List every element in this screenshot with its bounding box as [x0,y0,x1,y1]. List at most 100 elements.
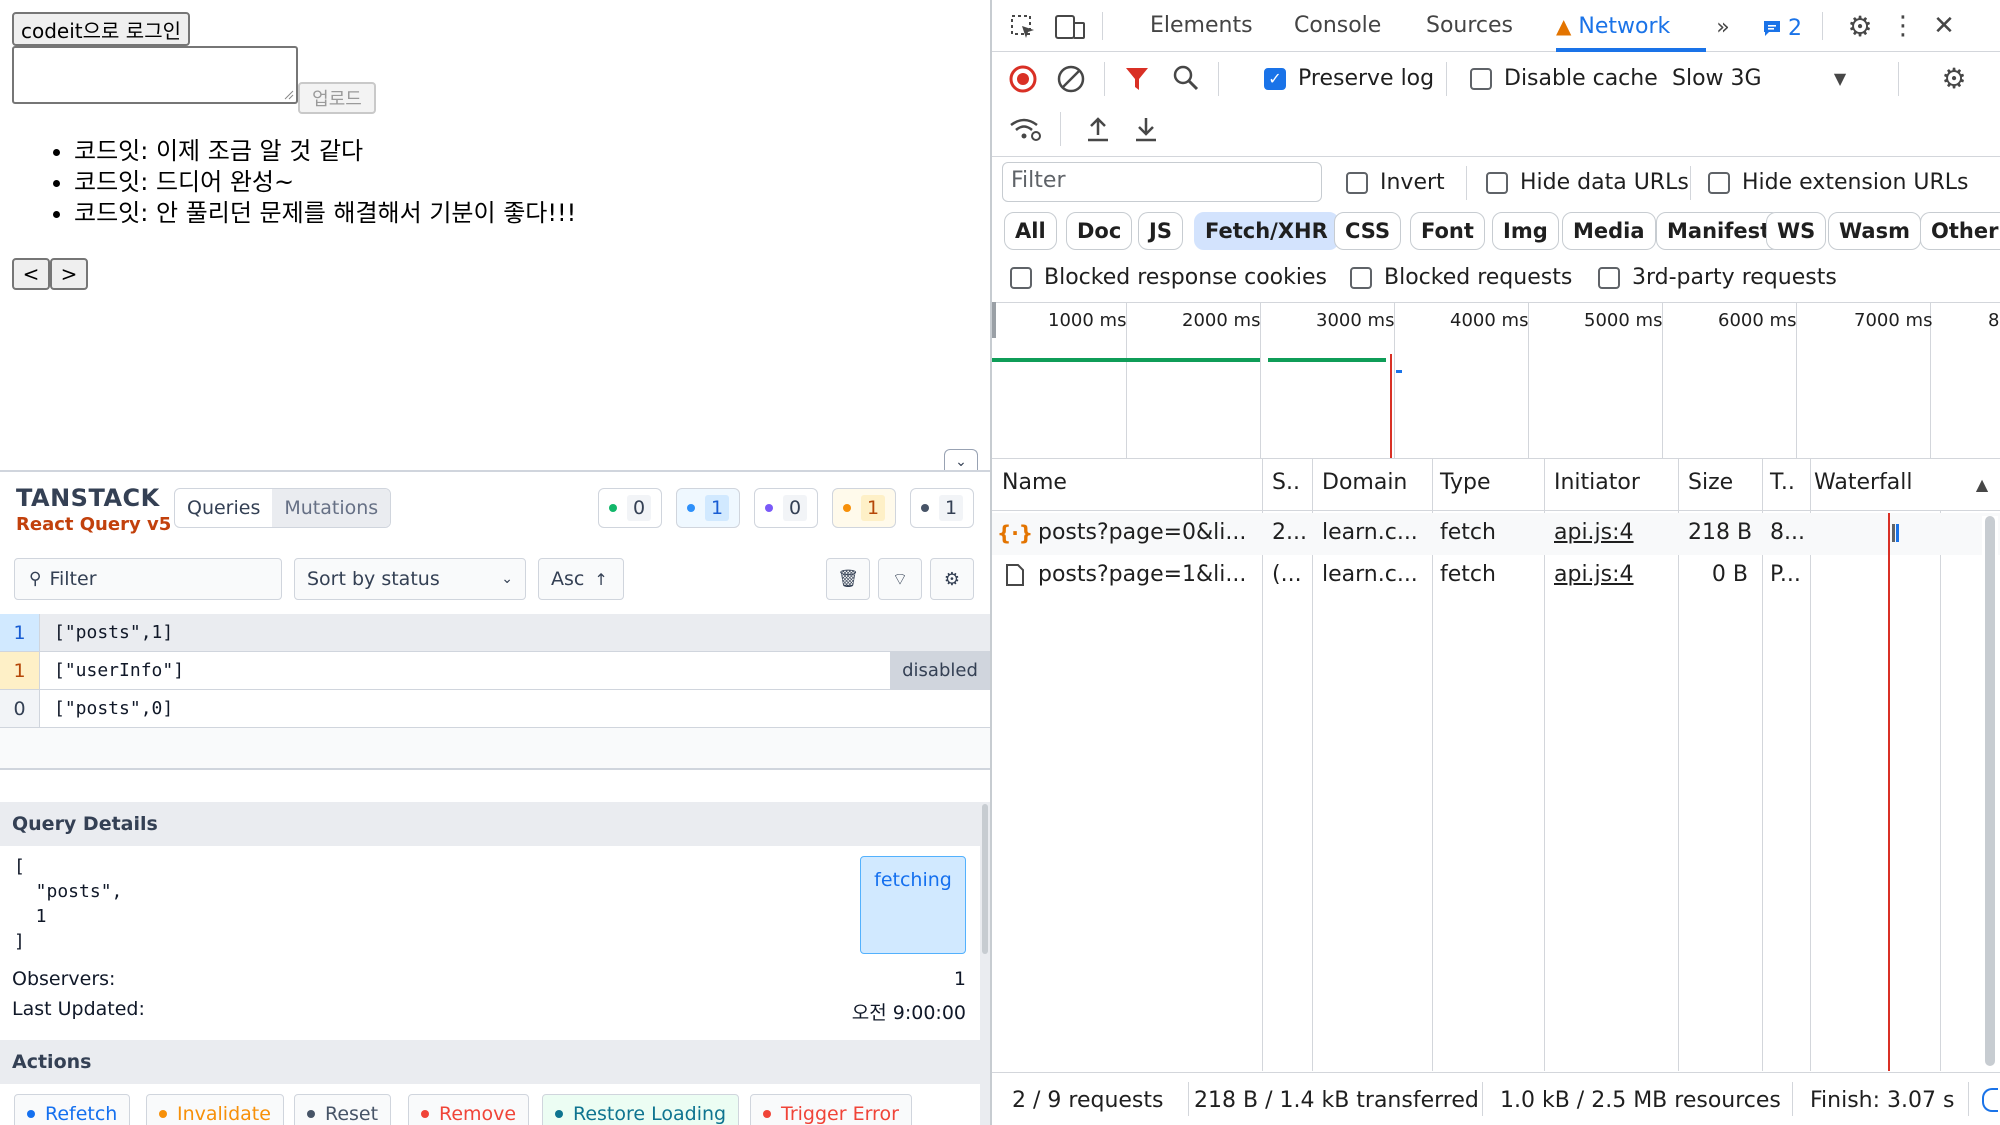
reset-button[interactable]: Reset [294,1094,392,1125]
issues-button[interactable]: 2 [1762,14,1802,42]
disable-cache-label: Disable cache [1504,66,1658,91]
scrollbar[interactable] [1982,516,1998,1066]
chevron-down-icon[interactable]: ▼ [1830,66,1850,90]
filter-wasm[interactable]: Wasm [1828,212,1921,250]
hide-extension-urls-checkbox[interactable] [1708,172,1730,194]
blocked-cookies-label: Blocked response cookies [1044,265,1327,290]
filter-other[interactable]: Other [1920,212,2000,250]
filter-css[interactable]: CSS [1334,212,1402,250]
wifi-icon: ⌔ [892,569,908,590]
blocked-requests-label: Blocked requests [1384,265,1573,290]
request-initiator-link[interactable]: api.js:4 [1554,562,1634,587]
sort-select[interactable]: Sort by status ⌄ [294,558,526,600]
more-vert-icon[interactable]: ⋮ [1890,10,1916,42]
filter-js[interactable]: JS [1138,212,1183,250]
overview-resizer[interactable] [992,302,996,338]
column-status[interactable]: S.. [1272,470,1300,495]
disable-cache-checkbox[interactable] [1470,68,1492,90]
more-tabs-icon[interactable]: » [1708,12,1738,42]
stale-count[interactable]: 1 [832,488,896,528]
fetching-count[interactable]: 1 [676,488,740,528]
search-icon: ⚲ [29,569,42,589]
filter-font[interactable]: Font [1410,212,1485,250]
post-textarea[interactable] [12,46,298,104]
tab-mutations[interactable]: Mutations [272,489,391,527]
gear-icon[interactable]: ⚙ [1844,10,1876,43]
tab-console[interactable]: Console [1294,0,1381,52]
tab-network[interactable]: ▲ Network [1556,0,1670,52]
login-button[interactable]: codeit으로 로그인 [12,12,190,46]
inactive-count[interactable]: 1 [910,488,974,528]
next-page-button[interactable]: > [50,258,88,290]
network-conditions-icon[interactable] [1008,114,1042,144]
remove-button[interactable]: Remove [408,1094,530,1125]
invalidate-button[interactable]: Invalidate [146,1094,284,1125]
table-row[interactable]: 0 ["posts",0] [0,690,990,728]
export-har-icon[interactable] [1132,114,1160,144]
clear-cache-button[interactable]: 🗑 [826,558,870,600]
prev-page-button[interactable]: < [12,258,50,290]
column-waterfall[interactable]: Waterfall [1814,470,1912,495]
tab-elements[interactable]: Elements [1150,0,1253,52]
rq-filter-input[interactable]: ⚲ Filter [14,558,282,600]
tanstack-logo[interactable]: TANSTACK [16,484,160,512]
overview-bar [1396,370,1402,373]
request-type: fetch [1440,562,1496,587]
scrollbar-thumb[interactable] [1985,516,1995,1066]
filter-media[interactable]: Media [1562,212,1656,250]
restore-loading-button[interactable]: Restore Loading [542,1094,740,1125]
blocked-cookies-checkbox[interactable] [1010,267,1032,289]
blocked-requests-checkbox[interactable] [1350,267,1372,289]
sort-order-button[interactable]: Asc ↑ [538,558,624,600]
preserve-log-checkbox[interactable]: ✓ [1264,68,1286,90]
network-filter-input[interactable]: Filter [1002,162,1322,202]
filter-icon[interactable] [1122,64,1152,94]
sort-ascending-icon[interactable]: ▲ [1972,474,1992,494]
device-toolbar-icon[interactable] [1054,12,1086,42]
filter-fetch-xhr[interactable]: Fetch/XHR [1194,212,1339,250]
rq-settings-button[interactable]: ⚙ [930,558,974,600]
column-name[interactable]: Name [1002,470,1067,495]
request-name[interactable]: posts?page=0&li... [1038,520,1246,545]
fresh-count[interactable]: 0 [598,488,662,528]
hide-data-urls-checkbox[interactable] [1486,172,1508,194]
table-row[interactable]: 1 ["posts",1] [0,614,990,652]
trigger-error-button[interactable]: Trigger Error [750,1094,912,1125]
filter-doc[interactable]: Doc [1066,212,1133,250]
column-time[interactable]: T.. [1770,470,1795,495]
filter-all[interactable]: All [1004,212,1057,250]
clear-icon[interactable] [1056,64,1086,94]
offline-toggle-button[interactable]: ⌔ [878,558,922,600]
search-icon[interactable] [1170,62,1202,94]
inspect-element-icon[interactable] [1008,12,1038,42]
refetch-button[interactable]: Refetch [14,1094,131,1125]
column-initiator[interactable]: Initiator [1554,470,1640,495]
invert-checkbox[interactable] [1346,172,1368,194]
resize-handle-icon[interactable] [284,90,294,100]
third-party-checkbox[interactable] [1598,267,1620,289]
column-domain[interactable]: Domain [1322,470,1407,495]
tab-queries[interactable]: Queries [175,489,272,527]
upload-button[interactable]: 업로드 [298,82,376,114]
table-row[interactable]: 1 ["userInfo"] disabled [0,652,990,690]
throttle-select[interactable]: Slow 3G [1672,66,1762,91]
tab-sources[interactable]: Sources [1426,0,1513,52]
filter-img[interactable]: Img [1492,212,1559,250]
column-size[interactable]: Size [1688,470,1733,495]
network-settings-icon[interactable]: ⚙ [1938,62,1970,95]
close-icon[interactable]: ✕ [1928,10,1960,42]
post-list: 코드잇: 이제 조금 알 것 같다 코드잇: 드디어 완성~ 코드잇: 안 풀리… [54,136,576,229]
filter-manifest[interactable]: Manifest [1656,212,1782,250]
import-har-icon[interactable] [1084,114,1112,144]
list-item: 코드잇: 드디어 완성~ [74,167,576,198]
request-name[interactable]: posts?page=1&li... [1038,562,1246,587]
stop-recording-icon[interactable] [1008,64,1038,94]
column-type[interactable]: Type [1440,470,1491,495]
request-initiator-link[interactable]: api.js:4 [1554,520,1634,545]
scrollbar[interactable] [980,802,990,1125]
overview-bar [1268,358,1386,362]
load-finish-line [1888,513,1890,1071]
filter-ws[interactable]: WS [1766,212,1827,250]
scrollbar-thumb[interactable] [982,804,988,954]
paused-count[interactable]: 0 [754,488,818,528]
